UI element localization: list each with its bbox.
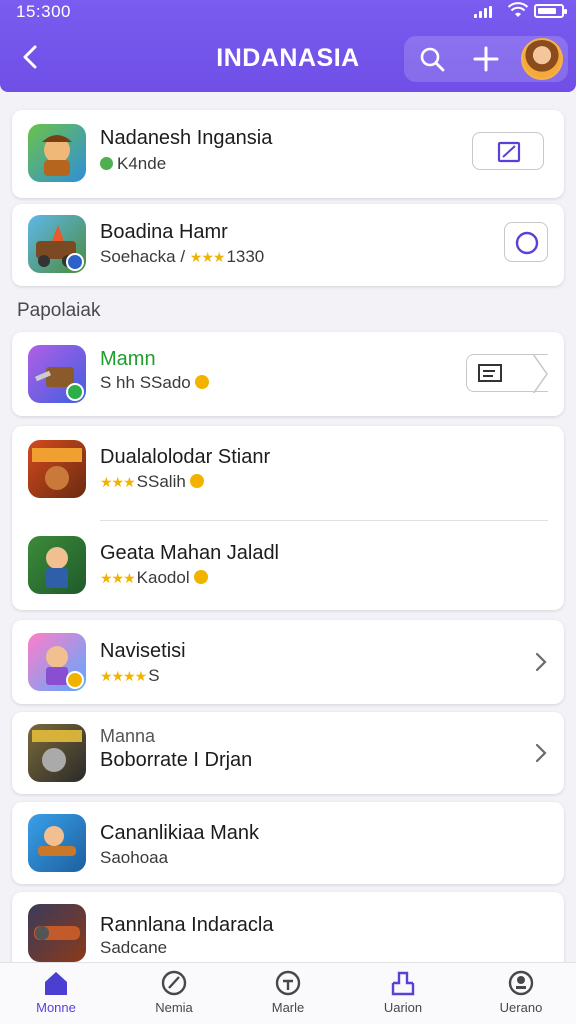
list-item[interactable]: Navisetisi ★★★★ S bbox=[12, 620, 564, 704]
app-icon bbox=[28, 724, 86, 782]
app-icon[interactable] bbox=[28, 440, 86, 498]
search-icon[interactable] bbox=[418, 45, 446, 73]
item-title: Boadina Hamr bbox=[100, 221, 228, 243]
app-icon bbox=[28, 215, 86, 273]
tag-button[interactable] bbox=[466, 353, 548, 395]
badge-icon bbox=[66, 383, 84, 401]
list-group: Dualalolodar Stianr ★★★ SSalih Geata Maha… bbox=[12, 426, 564, 610]
status-time: 15:300 bbox=[16, 2, 71, 21]
nav-target[interactable]: Marle bbox=[243, 969, 333, 1015]
bottom-navigation: Monne Nemia Marle Uarion Uerano bbox=[0, 962, 576, 1024]
item-title[interactable]: Geata Mahan Jaladl bbox=[100, 542, 279, 565]
home-icon bbox=[45, 972, 67, 995]
app-icon bbox=[28, 345, 86, 403]
item-tag: Manna bbox=[100, 726, 156, 746]
divider bbox=[100, 520, 548, 521]
signal-icon bbox=[474, 6, 492, 18]
inbox-icon bbox=[391, 971, 415, 996]
item-title: Mamn bbox=[100, 348, 156, 370]
rating-stars: ★★★ bbox=[100, 570, 136, 586]
item-subtitle: Soehacka / ★★★ 1330 bbox=[100, 247, 265, 266]
item-subtitle: ★★★ SSalih bbox=[100, 472, 204, 492]
nav-label: Monne bbox=[36, 1000, 76, 1015]
app-icon bbox=[28, 814, 86, 872]
item-title: Navisetisi bbox=[100, 640, 186, 662]
app-icon bbox=[28, 904, 86, 962]
list-item[interactable]: Cananlikiaa Mank Saohoaa bbox=[12, 802, 564, 884]
rating-stars: ★★★ bbox=[100, 474, 136, 490]
avatar[interactable] bbox=[521, 38, 563, 80]
battery-icon bbox=[534, 4, 567, 18]
list-item[interactable]: Nadanesh Ingansia K4nde bbox=[12, 110, 564, 198]
section-heading: Papolaiak bbox=[17, 300, 101, 321]
rating-stars: ★★★ bbox=[189, 249, 226, 265]
edit-square-button[interactable] bbox=[472, 132, 544, 170]
coin-icon bbox=[189, 474, 204, 488]
nav-home[interactable]: Monne bbox=[11, 969, 101, 1015]
app-icon[interactable] bbox=[28, 536, 86, 594]
target-icon bbox=[275, 970, 301, 996]
item-title: Nadanesh Ingansia bbox=[100, 127, 273, 149]
app-header: 15:300 INDANASIA bbox=[0, 0, 576, 92]
coin-icon bbox=[193, 570, 208, 584]
nav-label: Nemia bbox=[155, 1000, 193, 1015]
item-title[interactable]: Dualalolodar Stianr bbox=[100, 446, 270, 469]
nav-discover[interactable]: Nemia bbox=[129, 969, 219, 1015]
profile-icon bbox=[508, 970, 534, 996]
status-bar: 15:300 bbox=[0, 0, 576, 26]
item-subtitle: Saohoaa bbox=[100, 848, 169, 867]
item-title: Boborrate I Drjan bbox=[100, 749, 253, 771]
nav-label: Marle bbox=[271, 1000, 305, 1015]
tag-icon bbox=[478, 353, 548, 395]
list-item[interactable]: Mamn S hh SSado bbox=[12, 332, 564, 416]
item-subtitle: Sadcane bbox=[100, 938, 168, 957]
badge-icon bbox=[66, 253, 84, 271]
rating-stars: ★★★★ bbox=[100, 668, 147, 684]
coin-icon bbox=[194, 375, 209, 389]
item-subtitle: K4nde bbox=[100, 154, 166, 174]
list-item[interactable]: Boadina Hamr Soehacka / ★★★ 1330 bbox=[12, 204, 564, 286]
item-title: Cananlikiaa Mank bbox=[100, 822, 259, 844]
chevron-right-icon[interactable] bbox=[534, 652, 548, 672]
nav-profile[interactable]: Uerano bbox=[476, 969, 566, 1015]
list-item[interactable]: Manna Boborrate I Drjan bbox=[12, 712, 564, 794]
chevron-right-icon[interactable] bbox=[534, 743, 548, 763]
plus-icon[interactable] bbox=[472, 45, 500, 73]
app-icon bbox=[28, 633, 86, 691]
app-icon bbox=[28, 124, 86, 182]
green-dot-icon bbox=[100, 157, 113, 170]
edit-icon bbox=[497, 141, 521, 163]
wifi-icon bbox=[508, 2, 528, 17]
nav-label: Uerano bbox=[499, 1000, 543, 1015]
item-subtitle: S hh SSado bbox=[100, 373, 209, 393]
circle-button[interactable] bbox=[504, 222, 548, 262]
item-subtitle: ★★★★ S bbox=[100, 666, 160, 685]
badge-icon bbox=[66, 671, 84, 689]
circle-icon bbox=[515, 231, 539, 255]
item-subtitle: ★★★ Kaodol bbox=[100, 568, 208, 588]
nav-inbox[interactable]: Uarion bbox=[358, 969, 448, 1015]
compass-icon bbox=[161, 970, 187, 996]
nav-label: Uarion bbox=[383, 1000, 423, 1015]
item-title: Rannlana Indaracla bbox=[100, 914, 274, 936]
